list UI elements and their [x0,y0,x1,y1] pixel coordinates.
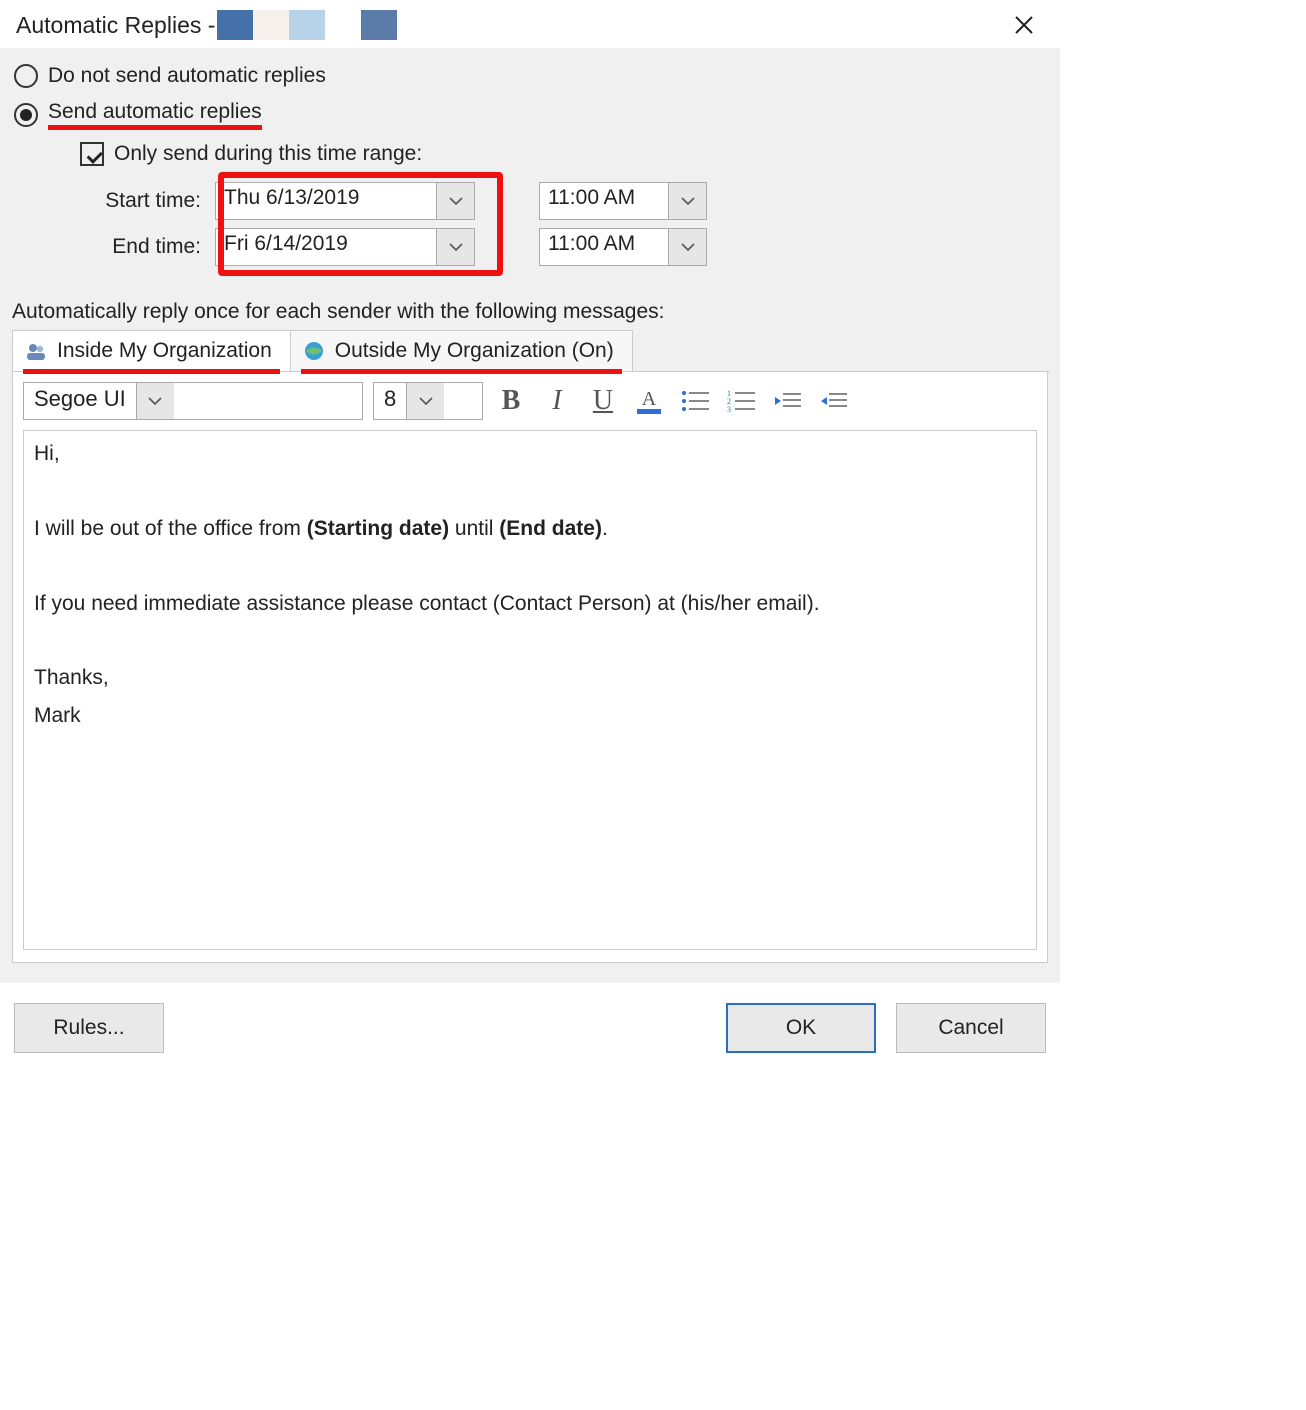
msg-bold: (End date) [499,517,602,540]
close-icon [1014,15,1034,35]
radio-icon [14,103,38,127]
tab-inside-org[interactable]: Inside My Organization [12,330,291,371]
radio-do-not-send[interactable]: Do not send automatic replies [14,62,1050,90]
font-size-value: 8 [374,383,406,419]
bullet-list-button[interactable] [677,383,713,419]
chevron-down-icon[interactable] [406,383,444,419]
annotation-red-underline [23,369,280,374]
end-date-field[interactable]: Fri 6/14/2019 [215,228,475,266]
chevron-down-icon[interactable] [436,183,474,219]
msg-line: . [602,517,608,540]
italic-button[interactable]: I [539,383,575,419]
rules-button[interactable]: Rules... [14,1003,164,1053]
start-time-label: Start time: [50,189,215,213]
font-color-icon: A [633,387,665,415]
font-size-combo[interactable]: 8 [373,382,483,420]
bold-button[interactable]: B [493,383,529,419]
close-button[interactable] [1004,8,1044,42]
tab-outside-org[interactable]: Outside My Organization (On) [290,330,633,371]
end-time-field[interactable]: 11:00 AM [539,228,707,266]
numbered-list-icon: 1 2 3 [725,387,757,415]
chevron-down-icon[interactable] [436,229,474,265]
time-range-block: Start time: Thu 6/13/2019 11:00 AM End t… [50,174,1050,274]
dialog-footer: Rules... OK Cancel [0,983,1060,1075]
tab-bar: Inside My Organization Outside My Organi… [12,330,1050,372]
chevron-down-icon[interactable] [668,229,706,265]
msg-line: Thanks, [34,666,109,689]
globe-icon [303,340,325,362]
chevron-down-icon[interactable] [668,183,706,219]
msg-line: I will be out of the office from [34,517,307,540]
svg-text:A: A [642,388,657,410]
numbered-list-button[interactable]: 1 2 3 [723,383,759,419]
svg-text:3: 3 [727,405,731,414]
radio-label: Do not send automatic replies [48,64,326,88]
end-time-row: End time: Fri 6/14/2019 11:00 AM [50,224,1050,270]
msg-line: until [449,517,499,540]
start-time-value: 11:00 AM [540,183,668,219]
start-date-value: Thu 6/13/2019 [216,183,436,219]
checkbox-icon [80,142,104,166]
cancel-button[interactable]: Cancel [896,1003,1046,1053]
checkbox-time-range[interactable]: Only send during this time range: [80,140,1050,168]
end-time-value: 11:00 AM [540,229,668,265]
chevron-down-icon[interactable] [136,383,174,419]
people-icon [25,340,47,362]
outdent-button[interactable] [769,383,805,419]
start-date-field[interactable]: Thu 6/13/2019 [215,182,475,220]
dialog-body: Do not send automatic replies Send autom… [0,48,1060,983]
radio-label: Send automatic replies [48,100,262,130]
checkbox-label: Only send during this time range: [114,142,422,166]
msg-bold: (Starting date) [307,517,449,540]
outdent-icon [771,387,803,415]
format-toolbar: Segoe UI 8 B I U A [23,382,1037,430]
radio-send[interactable]: Send automatic replies [14,98,1050,132]
msg-line: If you need immediate assistance please … [34,592,820,615]
msg-line: Mark [34,704,81,727]
title-color-swatches [217,10,397,40]
radio-icon [14,64,38,88]
titlebar: Automatic Replies - [0,0,1060,48]
msg-line: Hi, [34,442,60,465]
start-time-field[interactable]: 11:00 AM [539,182,707,220]
annotation-red-underline [301,369,622,374]
indent-icon [817,387,849,415]
ok-button[interactable]: OK [726,1003,876,1053]
tab-label: Outside My Organization (On) [335,339,614,363]
reply-subtitle: Automatically reply once for each sender… [12,300,1050,324]
underline-button[interactable]: U [585,383,621,419]
end-date-value: Fri 6/14/2019 [216,229,436,265]
tab-label: Inside My Organization [57,339,272,363]
start-time-row: Start time: Thu 6/13/2019 11:00 AM [50,178,1050,224]
font-family-combo[interactable]: Segoe UI [23,382,363,420]
bullet-list-icon [679,387,711,415]
message-editor[interactable]: Hi, I will be out of the office from (St… [23,430,1037,950]
font-family-value: Segoe UI [24,383,136,419]
editor-panel: Segoe UI 8 B I U A [12,372,1048,963]
font-color-button[interactable]: A [631,383,667,419]
window-title: Automatic Replies - [16,12,215,39]
end-time-label: End time: [50,235,215,259]
indent-button[interactable] [815,383,851,419]
